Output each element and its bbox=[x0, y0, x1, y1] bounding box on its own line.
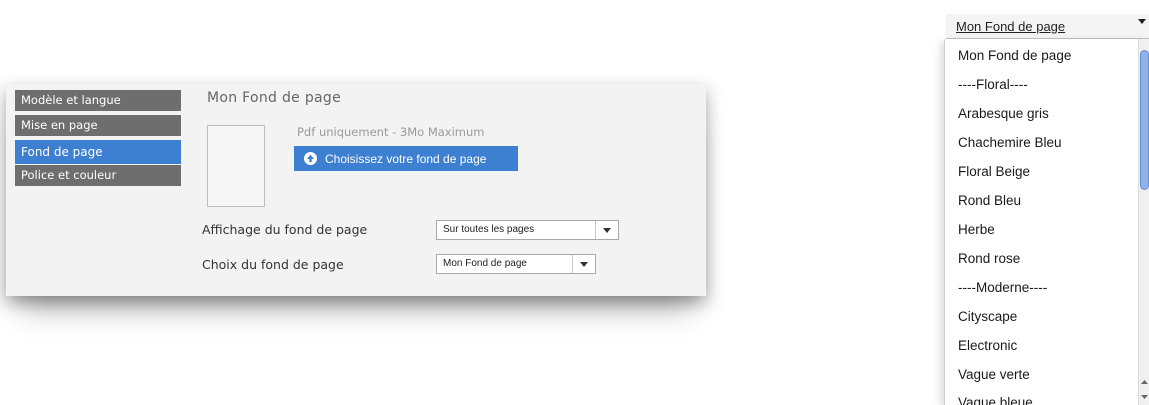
display-mode-label: Affichage du fond de page bbox=[202, 222, 368, 237]
sidebar-item-label: Police et couleur bbox=[21, 168, 117, 182]
sidebar-item-label: Fond de page bbox=[21, 145, 103, 159]
display-mode-select[interactable]: Sur toutes les pages bbox=[436, 220, 619, 240]
dropdown-option[interactable]: Chachemire Bleu bbox=[958, 135, 1062, 155]
upload-button-label: Choisissez votre fond de page bbox=[325, 151, 487, 166]
background-dropdown-header[interactable]: Mon Fond de page bbox=[946, 14, 1149, 39]
background-preview bbox=[207, 125, 265, 207]
section-title: Mon Fond de page bbox=[207, 90, 342, 106]
dropdown-selected-value: Mon Fond de page bbox=[956, 19, 1066, 34]
dropdown-option[interactable]: Cityscape bbox=[958, 309, 1017, 329]
dropdown-option[interactable]: Electronic bbox=[958, 338, 1017, 358]
dropdown-option-group-header: ----Floral---- bbox=[958, 77, 1028, 92]
sidebar-item-background[interactable]: Fond de page bbox=[15, 140, 181, 164]
dropdown-option-group-header: ----Moderne---- bbox=[958, 280, 1048, 295]
background-choice-label: Choix du fond de page bbox=[202, 257, 344, 272]
upload-hint: Pdf uniquement - 3Mo Maximum bbox=[297, 125, 485, 139]
dropdown-option[interactable]: Rond rose bbox=[958, 251, 1020, 271]
display-mode-value: Sur toutes les pages bbox=[443, 224, 535, 235]
sidebar-item-label: Mise en page bbox=[21, 118, 98, 132]
dropdown-option[interactable]: Herbe bbox=[958, 222, 995, 242]
background-settings-panel: Modèle et langue Mise en page Fond de pa… bbox=[6, 84, 706, 296]
dropdown-option[interactable]: Rond Bleu bbox=[958, 193, 1021, 213]
dropdown-option[interactable]: Mon Fond de page bbox=[958, 48, 1071, 68]
background-dropdown-list: Mon Fond de page ----Floral---- Arabesqu… bbox=[944, 39, 1149, 405]
arrow-up-circle-icon bbox=[304, 152, 317, 165]
dropdown-scroll-thumb[interactable] bbox=[1140, 50, 1149, 190]
chevron-down-icon bbox=[572, 255, 595, 273]
background-choice-select[interactable]: Mon Fond de page bbox=[436, 254, 596, 274]
dropdown-option[interactable]: Vague verte bbox=[958, 367, 1030, 387]
background-choice-value: Mon Fond de page bbox=[443, 258, 527, 269]
dropdown-option[interactable]: Arabesque gris bbox=[958, 106, 1049, 126]
chevron-down-icon bbox=[1138, 19, 1146, 39]
sidebar-item-label: Modèle et langue bbox=[21, 93, 121, 107]
upload-background-button[interactable]: Choisissez votre fond de page bbox=[294, 146, 518, 171]
chevron-down-icon bbox=[595, 221, 618, 239]
sidebar-item-layout[interactable]: Mise en page bbox=[15, 115, 181, 136]
dropdown-option[interactable]: Vague bleue bbox=[958, 395, 1033, 405]
sidebar-item-font-color[interactable]: Police et couleur bbox=[15, 165, 181, 186]
scroll-up-icon[interactable] bbox=[1140, 378, 1149, 386]
scroll-down-icon[interactable] bbox=[1140, 393, 1149, 401]
dropdown-option[interactable]: Floral Beige bbox=[958, 164, 1030, 184]
sidebar-item-model-language[interactable]: Modèle et langue bbox=[15, 90, 181, 111]
